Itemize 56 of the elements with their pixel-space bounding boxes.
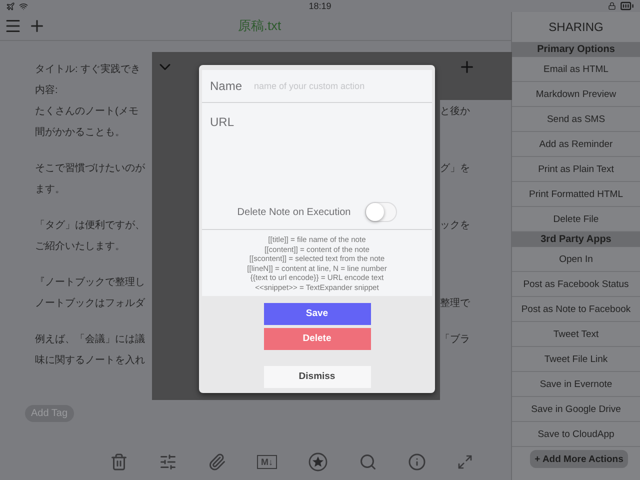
status-time: 18:19	[308, 1, 332, 11]
note-text: 間がかかることも。	[35, 126, 126, 138]
airplane-icon	[6, 2, 15, 10]
note-text: ックを	[440, 218, 471, 232]
name-label: Name	[210, 79, 242, 93]
note-text: そこで習慣づけたいのが	[35, 162, 146, 174]
sharing-item[interactable]: Print as Plain Text	[512, 157, 640, 182]
trash-icon[interactable]	[110, 453, 128, 471]
sharing-item[interactable]: Save in Evernote	[512, 372, 640, 397]
sidebar-title: SHARING	[548, 19, 604, 36]
sharing-item[interactable]: Print Formatted HTML	[512, 182, 640, 207]
section-header: Primary Options	[512, 42, 640, 57]
sharing-item[interactable]: Tweet Text	[512, 322, 640, 347]
sharing-item[interactable]: Save to CloudApp	[512, 422, 640, 447]
markdown-button[interactable]: M↓	[257, 455, 277, 469]
delete-toggle[interactable]	[364, 202, 397, 222]
sliders-icon[interactable]	[159, 453, 177, 471]
menu-icon[interactable]	[4, 17, 22, 35]
delete-button[interactable]: Delete	[264, 328, 370, 350]
sharing-item[interactable]: Add as Reminder	[512, 132, 640, 157]
sharing-item[interactable]: Send as SMS	[512, 107, 640, 132]
note-text: 『ノートブックで整理し	[35, 276, 146, 288]
note-text: 例えば、「会議」には議	[35, 332, 146, 346]
note-text: ます。	[35, 182, 66, 196]
toggle-label: Delete Note on Execution	[237, 206, 351, 218]
note-text: 整理で	[440, 296, 471, 310]
note-text: ご紹介いたします。	[35, 240, 126, 252]
sharing-item[interactable]: Save in Google Drive	[512, 397, 640, 422]
section-header: 3rd Party Apps	[512, 232, 640, 247]
note-text: 味に関するノートを入れ	[35, 354, 146, 366]
note-text: 「ブラ	[440, 332, 471, 346]
info-icon[interactable]	[408, 453, 426, 471]
search-icon[interactable]	[359, 453, 377, 471]
sharing-item[interactable]: Open In	[512, 247, 640, 272]
battery-icon	[620, 0, 634, 13]
paperclip-icon[interactable]	[208, 453, 226, 471]
url-label: URL	[210, 115, 234, 129]
sharing-item[interactable]: Post as Note to Facebook	[512, 297, 640, 322]
note-text: と後か	[440, 104, 471, 118]
sharing-item[interactable]: Post as Facebook Status	[512, 272, 640, 297]
add-icon[interactable]	[28, 17, 46, 35]
dismiss-button[interactable]: Dismiss	[264, 366, 370, 388]
save-button[interactable]: Save	[264, 302, 370, 325]
document-title: 原稿.txt	[236, 17, 282, 35]
note-text: 内容:	[35, 84, 59, 96]
expand-icon[interactable]	[457, 454, 473, 470]
lock-icon	[608, 2, 616, 10]
wifi-icon	[19, 2, 28, 10]
sharing-item[interactable]: Tweet File Link	[512, 347, 640, 372]
note-text: ノートブックはフォルダ	[35, 296, 146, 310]
add-icon[interactable]	[458, 58, 476, 76]
note-text: グ」を	[440, 162, 471, 174]
note-text: 「タグ」は便利ですが、	[35, 218, 146, 232]
note-text: タイトル: すぐ実践でき	[35, 62, 142, 76]
add-actions-button[interactable]: + Add More Actions	[530, 450, 628, 468]
note-text: たくさんのノート(メモ	[35, 104, 140, 118]
